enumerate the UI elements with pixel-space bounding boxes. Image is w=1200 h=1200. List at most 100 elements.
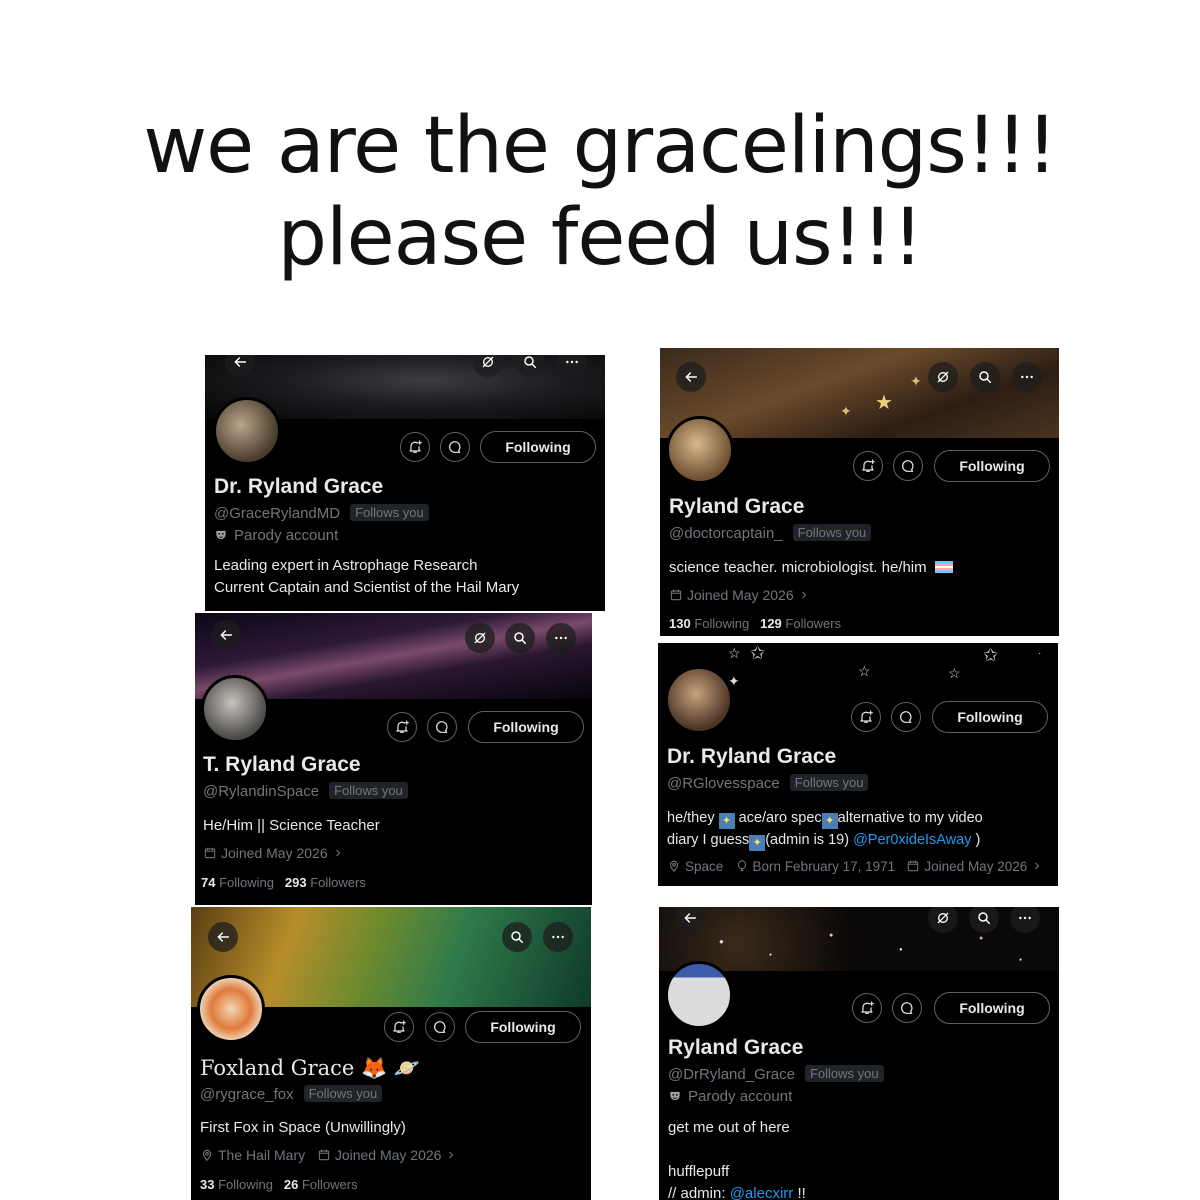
- search-icon: [976, 910, 992, 926]
- display-name: Ryland Grace: [668, 1036, 804, 1059]
- handle[interactable]: @GraceRylandMD: [214, 505, 340, 522]
- mention-link[interactable]: @alecxirr: [730, 1185, 794, 1200]
- back-button[interactable]: [676, 362, 706, 392]
- bell-plus-icon: [407, 439, 423, 455]
- message-button[interactable]: [892, 993, 922, 1023]
- chat-bubble-icon: [447, 439, 463, 455]
- trans-flag-icon: [934, 561, 953, 573]
- grok-icon: [935, 910, 951, 926]
- bio-line-1: get me out of here: [668, 1119, 790, 1136]
- display-name: Dr. Ryland Grace: [214, 475, 384, 498]
- message-button[interactable]: [893, 451, 923, 481]
- calendar-icon: [203, 846, 217, 860]
- handle[interactable]: @RGlovesspace: [667, 775, 780, 792]
- parody-text: Parody account: [688, 1088, 793, 1105]
- bell-plus-icon: [391, 1019, 407, 1035]
- message-button[interactable]: [440, 432, 470, 462]
- search-button[interactable]: [970, 362, 1000, 392]
- back-button[interactable]: [208, 922, 238, 952]
- following-button[interactable]: Following: [934, 450, 1050, 482]
- notify-button[interactable]: [852, 993, 882, 1023]
- back-arrow-icon: [682, 910, 698, 926]
- avatar[interactable]: [665, 666, 733, 734]
- search-icon: [509, 929, 525, 945]
- more-button[interactable]: [546, 623, 576, 653]
- notify-button[interactable]: [853, 451, 883, 481]
- following-button[interactable]: Following: [932, 701, 1048, 733]
- grok-button[interactable]: [928, 362, 958, 392]
- bio-segment: // admin:: [668, 1185, 726, 1200]
- parody-mask-icon: [668, 1089, 682, 1103]
- message-button[interactable]: [891, 702, 921, 732]
- location-text: Space: [685, 859, 724, 874]
- bio-text: First Fox in Space (Unwillingly): [200, 1119, 406, 1136]
- parody-text: Parody account: [234, 527, 339, 544]
- following-word: Following: [694, 616, 750, 631]
- search-button[interactable]: [502, 922, 532, 952]
- profile-card-doctorcaptain: ★ ✦ ✦ Following Ryland Grace @doctorcapt…: [660, 348, 1059, 636]
- message-button[interactable]: [425, 1012, 455, 1042]
- message-button[interactable]: [427, 712, 457, 742]
- avatar[interactable]: [665, 961, 733, 1029]
- follow-stats[interactable]: 74 Following 293 Followers: [201, 875, 366, 890]
- avatar[interactable]: [197, 975, 265, 1043]
- bio: Leading expert in Astrophage Research Cur…: [214, 555, 519, 599]
- chevron-right-icon: [798, 589, 810, 601]
- handle[interactable]: @DrRyland_Grace: [668, 1066, 795, 1083]
- headline-line-2: please feed us!!!: [277, 193, 923, 283]
- more-button[interactable]: [1012, 362, 1042, 392]
- chevron-right-icon: [1031, 860, 1043, 872]
- notify-button[interactable]: [851, 702, 881, 732]
- bio: First Fox in Space (Unwillingly): [200, 1117, 406, 1139]
- chat-bubble-icon: [900, 458, 916, 474]
- bio: get me out of here hufflepuff // admin: …: [668, 1117, 806, 1200]
- handle-row: @GraceRylandMD Follows you: [214, 504, 429, 522]
- follows-you-badge: Follows you: [804, 1065, 884, 1082]
- following-button[interactable]: Following: [468, 711, 584, 743]
- grok-icon: [935, 369, 951, 385]
- notify-button[interactable]: [384, 1012, 414, 1042]
- grok-icon: [480, 355, 496, 370]
- headline-line-1: we are the gracelings!!!: [143, 101, 1057, 191]
- notify-button[interactable]: [387, 712, 417, 742]
- chat-bubble-icon: [432, 1019, 448, 1035]
- back-arrow-icon: [232, 355, 248, 370]
- more-button[interactable]: [543, 922, 573, 952]
- search-button[interactable]: [505, 623, 535, 653]
- follow-stats[interactable]: 33 Following 26 Followers: [200, 1177, 358, 1192]
- calendar-icon: [906, 859, 920, 873]
- followers-count: 129: [760, 616, 782, 631]
- fox-emoji-icon: 🦊: [361, 1056, 388, 1080]
- following-button[interactable]: Following: [934, 992, 1050, 1024]
- following-button[interactable]: Following: [465, 1011, 581, 1043]
- mention-link[interactable]: @Per0xideIsAway: [853, 832, 971, 848]
- avatar[interactable]: [201, 675, 269, 743]
- follow-stats[interactable]: 130 Following 129 Followers: [669, 616, 841, 631]
- parody-label: Parody account: [214, 527, 338, 544]
- bio-line-2: Current Captain and Scientist of the Hai…: [214, 579, 520, 596]
- display-name: T. Ryland Grace: [203, 753, 361, 776]
- profile-card-graceRylandMD: Following Dr. Ryland Grace @GraceRylandM…: [205, 355, 605, 611]
- notify-button[interactable]: [400, 432, 430, 462]
- handle-row: @RylandinSpace Follows you: [203, 782, 408, 800]
- handle[interactable]: @rygrace_fox: [200, 1086, 294, 1103]
- handle[interactable]: @RylandinSpace: [203, 783, 319, 800]
- profile-card-rylandinspace: Following T. Ryland Grace @RylandinSpace…: [195, 613, 592, 905]
- bio-line-1: he/they ✦ ace/aro spec ✦ alternative to my…: [667, 807, 983, 829]
- profile-card-rglovesspace: ☆ ✩ ☆ ☆ ✩ ✦ · Following Dr. Ryland Grace…: [658, 643, 1058, 886]
- bio-line-2: hufflepuff: [668, 1163, 730, 1180]
- back-button[interactable]: [211, 620, 241, 650]
- joined-date: Joined May 2026: [203, 845, 344, 861]
- avatar[interactable]: [213, 397, 281, 465]
- bio-line-2: diary I guess ✦ (admin is 19) @Per0xideIsA…: [667, 829, 983, 851]
- following-button[interactable]: Following: [480, 431, 596, 463]
- headline: we are the gracelings!!! please feed us!…: [0, 100, 1200, 284]
- location-pin-icon: [667, 859, 681, 873]
- calendar-icon: [317, 1148, 331, 1162]
- more-icon: [1019, 369, 1035, 385]
- bell-plus-icon: [860, 458, 876, 474]
- handle[interactable]: @doctorcaptain_: [669, 525, 783, 542]
- avatar[interactable]: [666, 416, 734, 484]
- grok-button[interactable]: [465, 623, 495, 653]
- more-icon: [1017, 910, 1033, 926]
